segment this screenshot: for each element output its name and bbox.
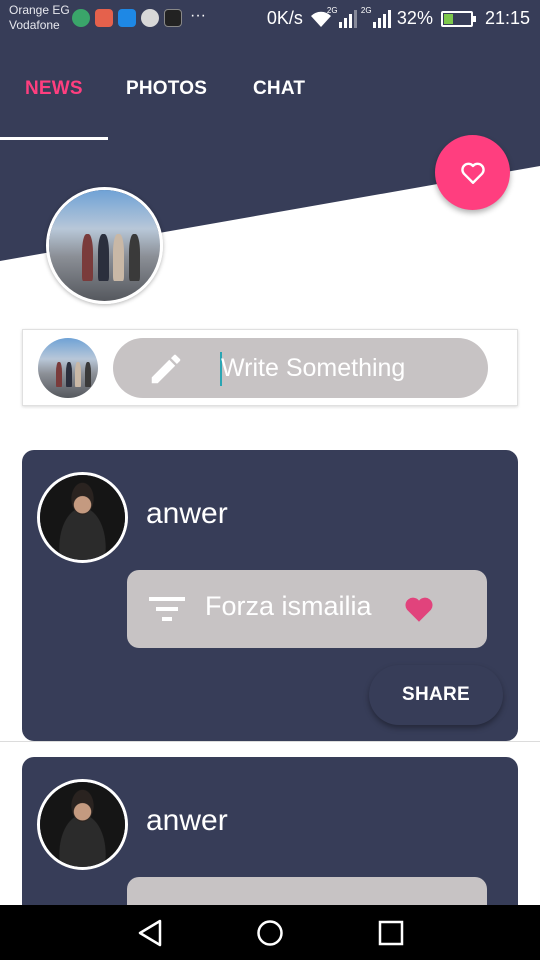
more-notifications-icon: ··· bbox=[190, 7, 206, 24]
tab-news[interactable]: NEWS bbox=[25, 78, 83, 100]
battery-icon bbox=[440, 10, 476, 27]
composer-avatar bbox=[38, 338, 98, 398]
battery-level bbox=[443, 13, 453, 24]
clock: 21:15 bbox=[484, 8, 530, 28]
sim2-network-type: 2G bbox=[360, 5, 372, 15]
vpn-key-icon bbox=[141, 9, 159, 27]
back-icon[interactable] bbox=[136, 918, 164, 948]
store-app-icon bbox=[95, 9, 113, 27]
tab-indicator bbox=[0, 137, 108, 140]
tab-chat[interactable]: CHAT bbox=[253, 78, 305, 100]
usb-icon bbox=[118, 9, 136, 27]
filter-icon bbox=[149, 597, 185, 621]
write-something-input[interactable]: Write Something bbox=[113, 338, 488, 398]
tab-photos[interactable]: PHOTOS bbox=[126, 78, 207, 100]
tab-bar: NEWS PHOTOS CHAT bbox=[0, 40, 540, 140]
post-author-avatar[interactable] bbox=[37, 472, 128, 563]
profile-photo bbox=[49, 190, 160, 301]
notification-icons: ··· bbox=[72, 7, 206, 27]
sim1-network-type: 2G bbox=[326, 5, 338, 15]
feed-divider bbox=[0, 741, 540, 742]
pencil-icon bbox=[151, 354, 181, 384]
post-content-bubble: Forza ismailia bbox=[127, 570, 487, 648]
post-card: anwer Forza ismailia SHARE bbox=[22, 450, 518, 741]
share-button[interactable]: SHARE bbox=[369, 665, 503, 725]
composer-placeholder: Write Something bbox=[221, 354, 406, 382]
signal-sim1-icon: 2G bbox=[327, 6, 357, 28]
battery-percent: 32% bbox=[396, 8, 433, 28]
post-text: Forza ismailia bbox=[205, 591, 372, 621]
heart-outline-icon bbox=[460, 162, 485, 184]
post-card: anwer bbox=[22, 757, 518, 917]
globe-app-icon bbox=[72, 9, 90, 27]
carrier-2: Vodafone bbox=[9, 18, 60, 32]
post-author-avatar[interactable] bbox=[37, 779, 128, 870]
system-nav-bar bbox=[0, 905, 540, 960]
status-bar: Orange EG Vodafone ··· 0K/s 2G 2G 32% 21… bbox=[0, 0, 540, 40]
home-icon[interactable] bbox=[256, 918, 284, 948]
signal-sim2-icon: 2G bbox=[361, 6, 391, 28]
carrier-names: Orange EG Vodafone bbox=[9, 3, 70, 33]
post-author-name[interactable]: anwer bbox=[146, 804, 228, 838]
post-author-name[interactable]: anwer bbox=[146, 497, 228, 531]
heart-icon bbox=[405, 597, 433, 622]
composer-photo bbox=[38, 338, 98, 398]
author-photo bbox=[40, 782, 125, 867]
status-indicators: 0K/s 2G 2G 32% 21:15 bbox=[266, 6, 530, 29]
network-speed: 0K/s bbox=[266, 8, 303, 28]
carrier-1: Orange EG bbox=[9, 3, 70, 17]
post-composer: Write Something bbox=[22, 329, 518, 406]
author-photo bbox=[40, 475, 125, 560]
gallery-app-icon bbox=[164, 9, 182, 27]
recents-icon[interactable] bbox=[377, 918, 405, 948]
favorite-button[interactable] bbox=[435, 135, 510, 210]
profile-avatar[interactable] bbox=[46, 187, 163, 304]
